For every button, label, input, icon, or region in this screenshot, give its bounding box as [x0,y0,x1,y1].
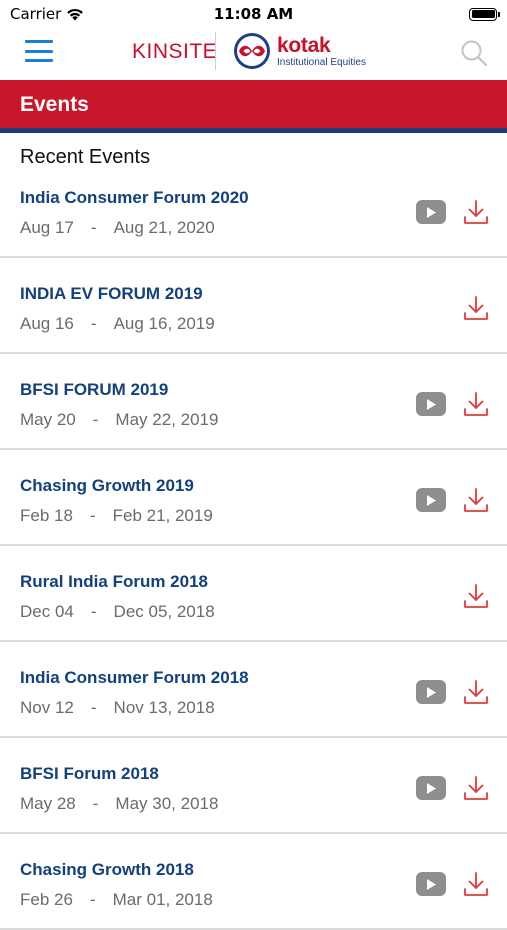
event-start-date: Feb 18 [20,506,73,525]
download-icon[interactable] [462,582,490,610]
event-start-date: May 20 [20,410,76,429]
event-row[interactable]: BFSI Forum 2018 May 28- May 30, 2018 [0,738,507,834]
play-video-icon[interactable] [416,392,446,416]
event-end-date: May 22, 2019 [115,410,219,429]
status-left: Carrier [10,5,84,23]
event-row[interactable]: INDIA EV FORUM 2019 Aug 16- Aug 16, 2019 [0,258,507,354]
event-row[interactable]: India Consumer Forum 2020 Aug 17- Aug 21, … [0,162,507,258]
event-date-range: May 28- May 30, 2018 [20,794,218,814]
download-icon[interactable] [462,774,490,802]
date-separator: - [90,602,97,621]
download-icon[interactable] [462,390,490,418]
event-start-date: May 28 [20,794,76,813]
event-end-date: Aug 16, 2019 [113,314,215,333]
event-date-range: Dec 04- Dec 05, 2018 [20,602,215,622]
event-title[interactable]: India Consumer Forum 2018 [20,668,249,688]
play-video-icon[interactable] [416,200,446,224]
event-date-range: Feb 18- Feb 21, 2019 [20,506,213,526]
event-date-range: Feb 26- Mar 01, 2018 [20,890,213,910]
kotak-logo: kotak Institutional Equities [231,32,366,70]
date-separator: - [89,890,96,909]
event-list: India Consumer Forum 2020 Aug 17- Aug 21, … [0,162,507,930]
download-icon[interactable] [462,870,490,898]
date-separator: - [90,314,97,333]
app-name: KINSITE [132,40,218,63]
event-title[interactable]: India Consumer Forum 2020 [20,188,249,208]
kotak-infinity-icon [234,33,270,69]
app-header: KINSITE kotak Institutional Equities [0,28,507,78]
event-title[interactable]: Rural India Forum 2018 [20,572,208,592]
event-row[interactable]: BFSI FORUM 2019 May 20- May 22, 2019 [0,354,507,450]
play-video-icon[interactable] [416,776,446,800]
play-video-icon[interactable] [416,488,446,512]
search-icon[interactable] [460,39,488,67]
event-end-date: Nov 13, 2018 [113,698,215,717]
battery-icon [469,7,500,21]
date-separator: - [90,218,97,237]
event-row[interactable]: Chasing Growth 2019 Feb 18- Feb 21, 2019 [0,450,507,546]
download-icon[interactable] [462,294,490,322]
event-row[interactable]: India Consumer Forum 2018 Nov 12- Nov 13, … [0,642,507,738]
event-title[interactable]: INDIA EV FORUM 2019 [20,284,203,304]
event-row[interactable]: Chasing Growth 2018 Feb 26- Mar 01, 2018 [0,834,507,930]
date-separator: - [89,506,96,525]
download-icon[interactable] [462,486,490,514]
status-bar: Carrier 11:08 AM [0,0,507,28]
event-title[interactable]: Chasing Growth 2019 [20,476,194,496]
event-date-range: Aug 16- Aug 16, 2019 [20,314,215,334]
header-divider [215,32,216,70]
event-start-date: Aug 17 [20,218,74,237]
event-end-date: Feb 21, 2019 [112,506,213,525]
page-title-bar: Events [0,80,507,133]
brand-subtitle: Institutional Equities [277,56,366,68]
event-date-range: Nov 12- Nov 13, 2018 [20,698,215,718]
download-icon[interactable] [462,678,490,706]
event-start-date: Aug 16 [20,314,74,333]
event-start-date: Dec 04 [20,602,74,621]
brand-name: kotak [277,33,331,57]
event-end-date: Dec 05, 2018 [113,602,215,621]
event-title[interactable]: Chasing Growth 2018 [20,860,194,880]
event-end-date: Aug 21, 2020 [113,218,215,237]
event-title[interactable]: BFSI FORUM 2019 [20,380,168,400]
event-date-range: May 20- May 22, 2019 [20,410,218,430]
event-end-date: May 30, 2018 [115,794,219,813]
event-start-date: Nov 12 [20,698,74,717]
event-title[interactable]: BFSI Forum 2018 [20,764,159,784]
carrier-label: Carrier [10,5,62,23]
page-title: Events [20,93,89,116]
date-separator: - [92,794,99,813]
play-video-icon[interactable] [416,680,446,704]
wifi-icon [67,8,84,20]
download-icon[interactable] [462,198,490,226]
date-separator: - [90,698,97,717]
event-row[interactable]: Rural India Forum 2018 Dec 04- Dec 05, 201… [0,546,507,642]
play-video-icon[interactable] [416,872,446,896]
date-separator: - [92,410,99,429]
event-date-range: Aug 17- Aug 21, 2020 [20,218,215,238]
hamburger-menu-icon[interactable] [25,40,53,62]
